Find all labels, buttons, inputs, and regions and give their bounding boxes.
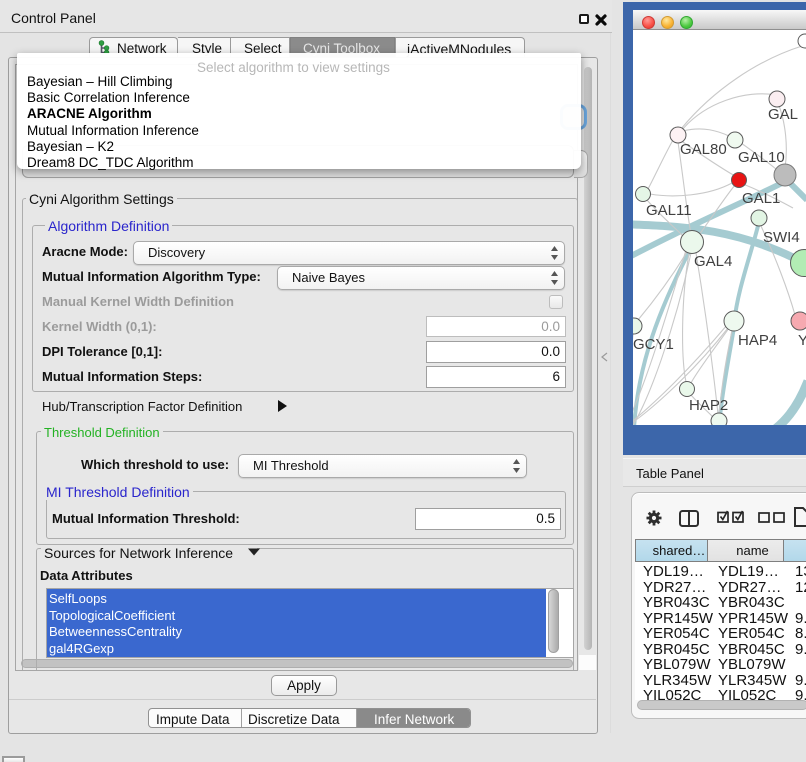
svg-text:GCY1: GCY1 (633, 336, 674, 353)
svg-text:SWI4: SWI4 (763, 229, 800, 246)
svg-text:GAL: GAL (768, 106, 798, 123)
svg-text:Y: Y (798, 332, 806, 349)
svg-text:GAL4: GAL4 (694, 253, 732, 270)
svg-text:HAP4: HAP4 (738, 332, 777, 349)
svg-text:GAL80: GAL80 (680, 141, 727, 158)
svg-text:GAL10: GAL10 (738, 149, 785, 166)
svg-text:GAL1: GAL1 (742, 190, 780, 207)
svg-text:HAP2: HAP2 (689, 397, 728, 414)
svg-text:GAL11: GAL11 (646, 202, 692, 219)
